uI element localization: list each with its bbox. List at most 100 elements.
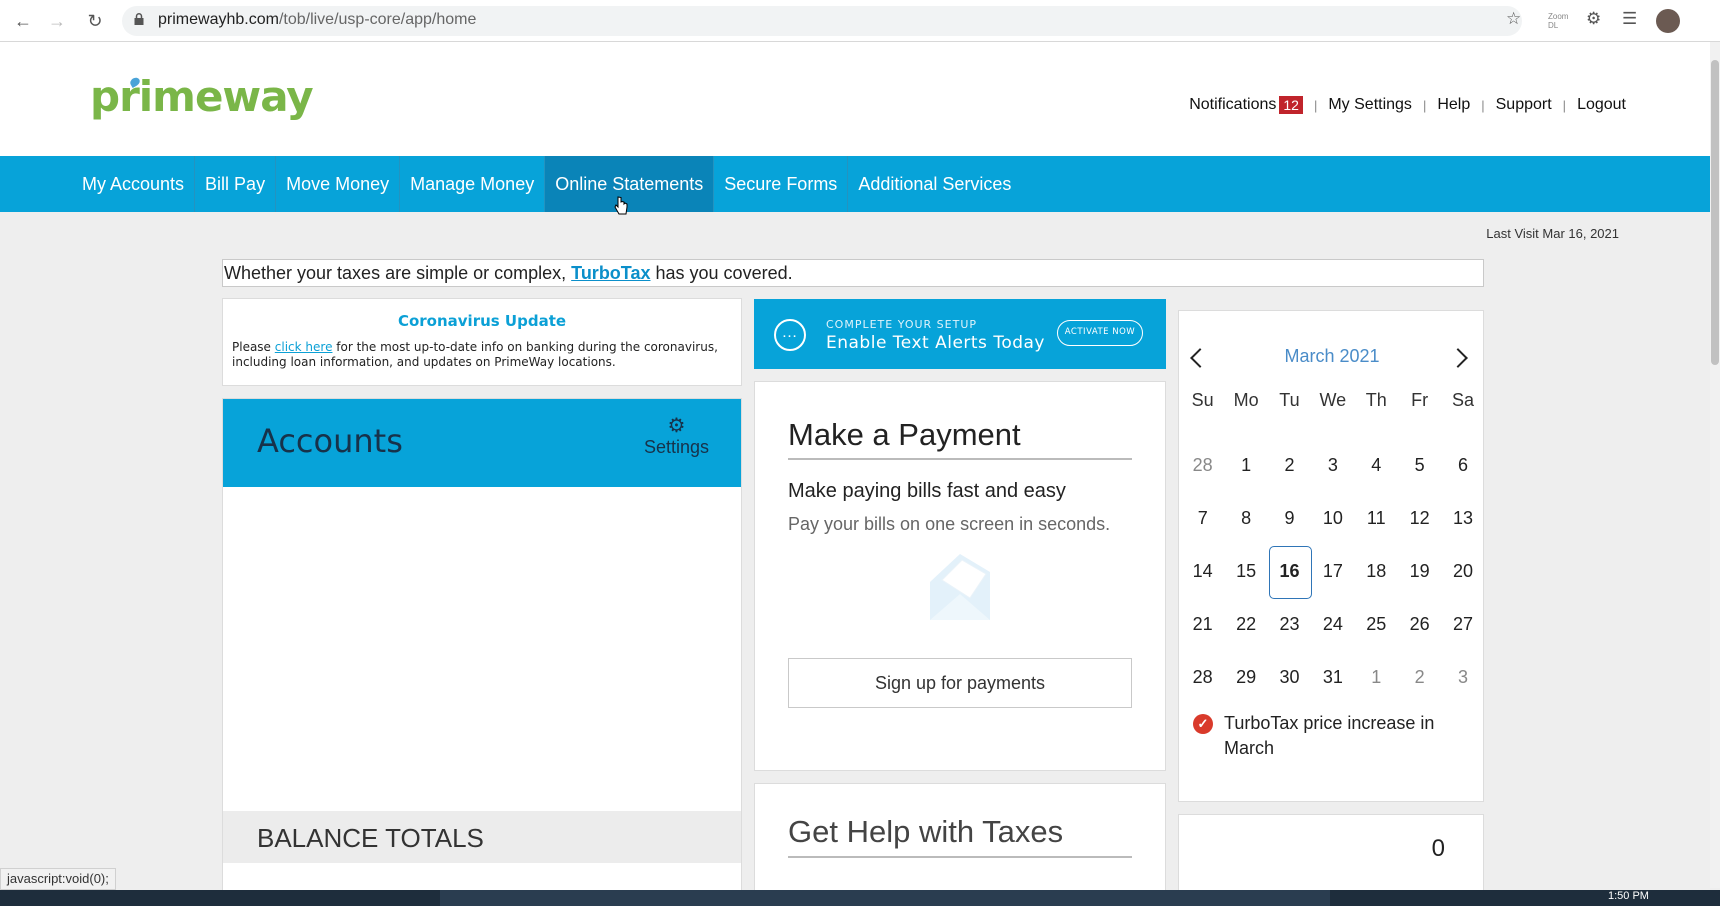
back-arrow-icon[interactable]: ← (12, 10, 34, 32)
profile-avatar[interactable] (1656, 9, 1680, 33)
settings-label: Settings (643, 437, 709, 457)
zoom-extension-icon[interactable]: Zoom DL (1548, 12, 1568, 30)
weekday-header: Mo (1233, 390, 1259, 410)
calendar-day[interactable]: 8 (1224, 492, 1267, 545)
accounts-settings-button[interactable]: ⚙ Settings (644, 415, 709, 458)
os-taskbar: 1:50 PM (0, 890, 1720, 906)
my-settings-link[interactable]: My Settings (1328, 96, 1412, 114)
calendar-day[interactable]: 4 (1355, 439, 1398, 492)
activate-now-button[interactable]: ACTIVATE NOW (1057, 320, 1143, 346)
notifications-badge[interactable]: 12 (1279, 96, 1303, 114)
balance-totals-label: BALANCE TOTALS (257, 823, 484, 853)
separator: | (1422, 97, 1427, 113)
utility-links: Notifications 12 | My Settings | Help | … (1189, 96, 1626, 114)
coronavirus-title: Coronavirus Update (397, 312, 567, 330)
calendar-day[interactable]: 30 (1268, 651, 1311, 704)
coronavirus-text: Please click here for the most up-to-dat… (223, 330, 741, 370)
calendar-day[interactable]: 27 (1441, 598, 1484, 651)
taskbar-apps[interactable] (440, 890, 1330, 906)
calendar-day[interactable]: 11 (1355, 492, 1398, 545)
calendar-day[interactable]: 13 (1441, 492, 1484, 545)
calendar-event-text: TurboTax price increase in March (1224, 713, 1435, 758)
scrollbar-thumb[interactable] (1711, 60, 1719, 365)
notifications-link[interactable]: Notifications (1189, 96, 1276, 114)
nav-move-money[interactable]: Move Money (276, 156, 401, 212)
calendar-day[interactable]: 7 (1181, 492, 1224, 545)
calendar-day[interactable]: 1 (1224, 439, 1267, 492)
calendar-day[interactable]: 9 (1268, 492, 1311, 545)
lock-icon (134, 13, 144, 25)
calendar-grid: Su Mo Tu We Th Fr Sa 28 1 2 3 4 5 6 7 8 9 10 11 12 13 14 15 16 1… (1181, 386, 1481, 704)
primeway-logo[interactable]: primeway (90, 72, 314, 121)
calendar-day[interactable]: 14 (1181, 545, 1224, 598)
turbotax-link[interactable]: TurboTax (571, 263, 650, 283)
weekday-header: We (1319, 390, 1347, 410)
extensions-puzzle-icon[interactable]: ⚙ (1586, 9, 1601, 29)
reload-icon[interactable]: ↻ (84, 10, 106, 32)
calendar-day[interactable]: 3 (1441, 651, 1484, 704)
calendar-day[interactable]: 28 (1181, 439, 1224, 492)
calendar-day[interactable]: 24 (1311, 598, 1354, 651)
calendar-day[interactable]: 5 (1398, 439, 1441, 492)
calendar-day[interactable]: 10 (1311, 492, 1354, 545)
alerts-small-text: COMPLETE YOUR SETUP (826, 318, 978, 331)
banner-text: Whether your taxes are simple or complex… (224, 263, 567, 283)
calendar-day[interactable]: 23 (1268, 598, 1311, 651)
accounts-card: Accounts ⚙ Settings BALANCE TOTALS (222, 398, 742, 894)
calendar-day[interactable]: 26 (1398, 598, 1441, 651)
logout-link[interactable]: Logout (1577, 96, 1626, 114)
calendar-day[interactable]: 18 (1355, 545, 1398, 598)
taxes-title: Get Help with Taxes (788, 814, 1064, 849)
check-circle-icon: ✓ (1193, 714, 1213, 734)
text-alerts-banner[interactable]: … COMPLETE YOUR SETUP Enable Text Alerts… (754, 299, 1166, 369)
chevron-right-icon[interactable] (1449, 343, 1469, 373)
accounts-header: Accounts ⚙ Settings (223, 399, 741, 487)
chat-bubble-icon: … (774, 319, 806, 351)
weekday-header: Su (1191, 390, 1214, 410)
calendar-day[interactable]: 20 (1441, 545, 1484, 598)
browser-toolbar: ← → ↻ primewayhb.com/tob/live/usp-core/a… (0, 0, 1720, 42)
calendar-day[interactable]: 2 (1268, 439, 1311, 492)
separator: | (1481, 97, 1485, 113)
weekday-header: Fr (1411, 390, 1429, 410)
calendar-day[interactable]: 25 (1355, 598, 1398, 651)
calendar-day-today[interactable]: 16 (1268, 545, 1313, 599)
calendar-day[interactable]: 17 (1311, 545, 1354, 598)
nav-bill-pay[interactable]: Bill Pay (195, 156, 277, 212)
nav-additional-services[interactable]: Additional Services (848, 156, 1021, 212)
calendar-day[interactable]: 2 (1398, 651, 1441, 704)
url-text: primewayhb.com/tob/live/usp-core/app/hom… (158, 11, 476, 29)
tax-help-card: Get Help with Taxes (754, 783, 1166, 903)
url-path: /tob/live/usp-core/app/home (278, 11, 477, 28)
help-link[interactable]: Help (1437, 96, 1470, 114)
nav-secure-forms[interactable]: Secure Forms (714, 156, 849, 212)
alerts-big-text: Enable Text Alerts Today (826, 333, 1045, 353)
calendar-day[interactable]: 29 (1224, 651, 1267, 704)
forward-arrow-icon[interactable]: → (46, 10, 68, 32)
nav-my-accounts[interactable]: My Accounts (72, 156, 196, 212)
calendar-day[interactable]: 1 (1355, 651, 1398, 704)
nav-online-statements[interactable]: Online Statements (545, 156, 715, 212)
support-link[interactable]: Support (1496, 96, 1552, 114)
calendar-day[interactable]: 22 (1224, 598, 1267, 651)
calendar-day[interactable]: 6 (1441, 439, 1484, 492)
calendar-day[interactable]: 28 (1181, 651, 1224, 704)
click-here-link[interactable]: click here (275, 340, 333, 354)
calendar-day[interactable]: 31 (1311, 651, 1354, 704)
taskbar-clock: 1:50 PM (1608, 890, 1649, 902)
sign-up-payments-button[interactable]: Sign up for payments (788, 658, 1132, 708)
calendar-day[interactable]: 15 (1224, 545, 1267, 598)
calendar-day[interactable]: 21 (1181, 598, 1224, 651)
calendar-day[interactable]: 19 (1398, 545, 1441, 598)
payment-subtitle: Make paying bills fast and easy (788, 480, 1066, 502)
counter-value: 0 (1431, 835, 1445, 862)
calendar-day[interactable]: 12 (1398, 492, 1441, 545)
media-queue-icon[interactable]: ☰ (1622, 9, 1637, 29)
calendar-event[interactable]: ✓ TurboTax price increase in March (1193, 711, 1473, 761)
weekday-header: Th (1365, 390, 1387, 410)
bookmark-star-icon[interactable]: ☆ (1506, 9, 1521, 29)
calendar-widget: March 2021 Su Mo Tu We Th Fr Sa 28 1 2 3 4 5 6 7 8 9 10 11… (1178, 310, 1484, 802)
main-nav: My Accounts Bill Pay Move Money Manage M… (0, 156, 1710, 212)
nav-manage-money[interactable]: Manage Money (400, 156, 546, 212)
calendar-day[interactable]: 3 (1311, 439, 1354, 492)
